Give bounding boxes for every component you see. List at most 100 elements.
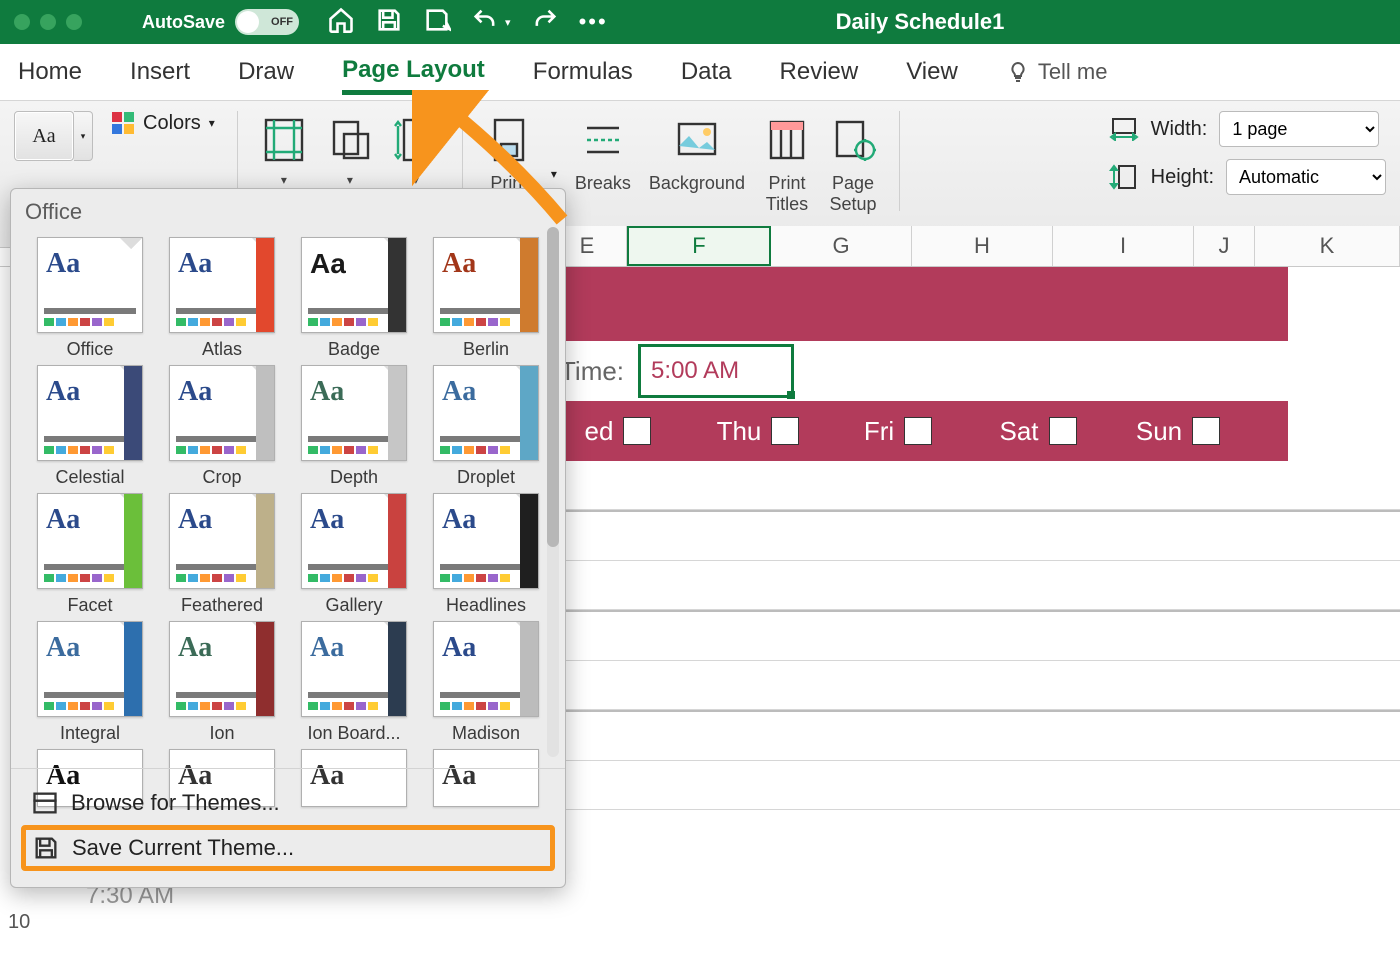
theme-headlines[interactable]: AaHeadlines (423, 493, 549, 621)
tab-home[interactable]: Home (18, 52, 82, 92)
browse-themes[interactable]: Browse for Themes... (21, 781, 555, 825)
theme-berlin[interactable]: AaBerlin (423, 237, 549, 365)
chevron-down-icon[interactable]: ▾ (1049, 417, 1077, 445)
ribbon-tabs: Home Insert Draw Page Layout Formulas Da… (0, 44, 1400, 100)
save-icon (32, 834, 60, 862)
margins-button[interactable]: ▾ (260, 111, 308, 187)
themes-button[interactable]: Aa▾ (14, 111, 93, 161)
chevron-down-icon[interactable]: ▾ (623, 417, 651, 445)
autosave-label: AutoSave (142, 12, 225, 33)
redo-icon[interactable] (531, 6, 559, 39)
theme-label: Integral (60, 723, 120, 744)
col-header-selected[interactable]: F (627, 226, 771, 266)
row-number[interactable]: 10 (8, 911, 30, 934)
theme-madison[interactable]: AaMadison (423, 621, 549, 749)
day-wed[interactable]: ed▾ (548, 401, 688, 461)
tab-insert[interactable]: Insert (130, 52, 190, 92)
chevron-down-icon[interactable]: ▾ (1192, 417, 1220, 445)
print-titles-button[interactable]: Print Titles (763, 111, 811, 215)
theme-label: Badge (328, 339, 380, 360)
theme-label: Depth (330, 467, 378, 488)
theme-badge[interactable]: AaBadge (291, 237, 417, 365)
start-time-cell[interactable]: 5:00 AM (638, 344, 794, 398)
folder-icon (31, 789, 59, 817)
quick-access-toolbar: ▾ ••• (327, 6, 608, 39)
theme-label: Facet (67, 595, 112, 616)
day-sat[interactable]: Sat▾ (968, 401, 1108, 461)
chevron-down-icon[interactable]: ▾ (771, 417, 799, 445)
background-button[interactable]: Background (649, 111, 745, 194)
theme-label: Gallery (325, 595, 382, 616)
theme-crop[interactable]: AaCrop (159, 365, 285, 493)
colors-button[interactable]: Colors▾ (111, 111, 215, 135)
theme-label: Droplet (457, 467, 515, 488)
minimize-window[interactable] (40, 14, 56, 30)
width-label: Width: (1151, 118, 1208, 141)
theme-label: Berlin (463, 339, 509, 360)
home-icon[interactable] (327, 6, 355, 39)
window-controls[interactable] (14, 14, 82, 30)
chevron-down-icon[interactable]: ▾ (904, 417, 932, 445)
theme-atlas[interactable]: AaAtlas (159, 237, 285, 365)
save-as-icon[interactable] (423, 6, 451, 39)
height-icon (1109, 162, 1139, 192)
tab-review[interactable]: Review (780, 52, 859, 92)
theme-label: Madison (452, 723, 520, 744)
day-sun[interactable]: Sun▾ (1108, 401, 1248, 461)
theme-droplet[interactable]: AaDroplet (423, 365, 549, 493)
page-setup-button[interactable]: Page Setup (829, 111, 877, 215)
width-select[interactable]: 1 page (1219, 111, 1379, 147)
theme-label: Headlines (446, 595, 526, 616)
tab-page-layout[interactable]: Page Layout (342, 50, 485, 95)
col-header[interactable]: I (1053, 226, 1194, 266)
theme-depth[interactable]: AaDepth (291, 365, 417, 493)
day-fri[interactable]: Fri▾ (828, 401, 968, 461)
theme-label: Celestial (55, 467, 124, 488)
theme-label: Ion (209, 723, 234, 744)
zoom-window[interactable] (66, 14, 82, 30)
tab-view[interactable]: View (906, 52, 958, 92)
col-header[interactable]: G (771, 226, 912, 266)
theme-gallery[interactable]: AaGallery (291, 493, 417, 621)
annotation-arrow (412, 90, 592, 230)
document-title: Daily Schedule1 (720, 9, 1120, 35)
close-window[interactable] (14, 14, 30, 30)
theme-label: Feathered (181, 595, 263, 616)
tell-me[interactable]: Tell me (1006, 59, 1108, 85)
col-header[interactable]: H (912, 226, 1053, 266)
height-select[interactable]: Automatic (1226, 159, 1386, 195)
undo-icon[interactable] (471, 6, 499, 39)
theme-celestial[interactable]: AaCelestial (27, 365, 153, 493)
lightbulb-icon (1006, 60, 1030, 84)
height-label: Height: (1151, 166, 1214, 189)
tab-draw[interactable]: Draw (238, 52, 294, 92)
themes-dropdown: Office AaOfficeAaAtlasAaBadgeAaBerlin AaC… (10, 188, 566, 888)
orientation-button[interactable]: ▾ (326, 111, 374, 187)
theme-ion-board-[interactable]: AaIon Board... (291, 621, 417, 749)
theme-label: Office (67, 339, 114, 360)
day-thu[interactable]: Thu▾ (688, 401, 828, 461)
width-icon (1109, 117, 1139, 141)
tab-data[interactable]: Data (681, 52, 732, 92)
save-current-theme[interactable]: Save Current Theme... (21, 825, 555, 871)
theme-feathered[interactable]: AaFeathered (159, 493, 285, 621)
theme-label: Crop (202, 467, 241, 488)
palette-icon (111, 111, 135, 135)
col-header[interactable]: J (1194, 226, 1255, 266)
save-icon[interactable] (375, 6, 403, 39)
tab-formulas[interactable]: Formulas (533, 52, 633, 92)
col-header[interactable]: K (1255, 226, 1400, 266)
autosave: AutoSave OFF (142, 9, 299, 35)
theme-label: Atlas (202, 339, 242, 360)
autosave-toggle[interactable]: OFF (235, 9, 299, 35)
theme-integral[interactable]: AaIntegral (27, 621, 153, 749)
scale-to-fit: Width: 1 page Height: Automatic (1109, 111, 1386, 195)
theme-label: Ion Board... (307, 723, 400, 744)
theme-facet[interactable]: AaFacet (27, 493, 153, 621)
theme-office[interactable]: AaOffice (27, 237, 153, 365)
theme-ion[interactable]: AaIon (159, 621, 285, 749)
title-bar: AutoSave OFF ▾ ••• Daily Schedule1 (0, 0, 1400, 44)
scrollbar[interactable] (547, 227, 559, 757)
undo-dropdown[interactable]: ▾ (505, 16, 511, 29)
more-icon[interactable]: ••• (579, 9, 608, 35)
